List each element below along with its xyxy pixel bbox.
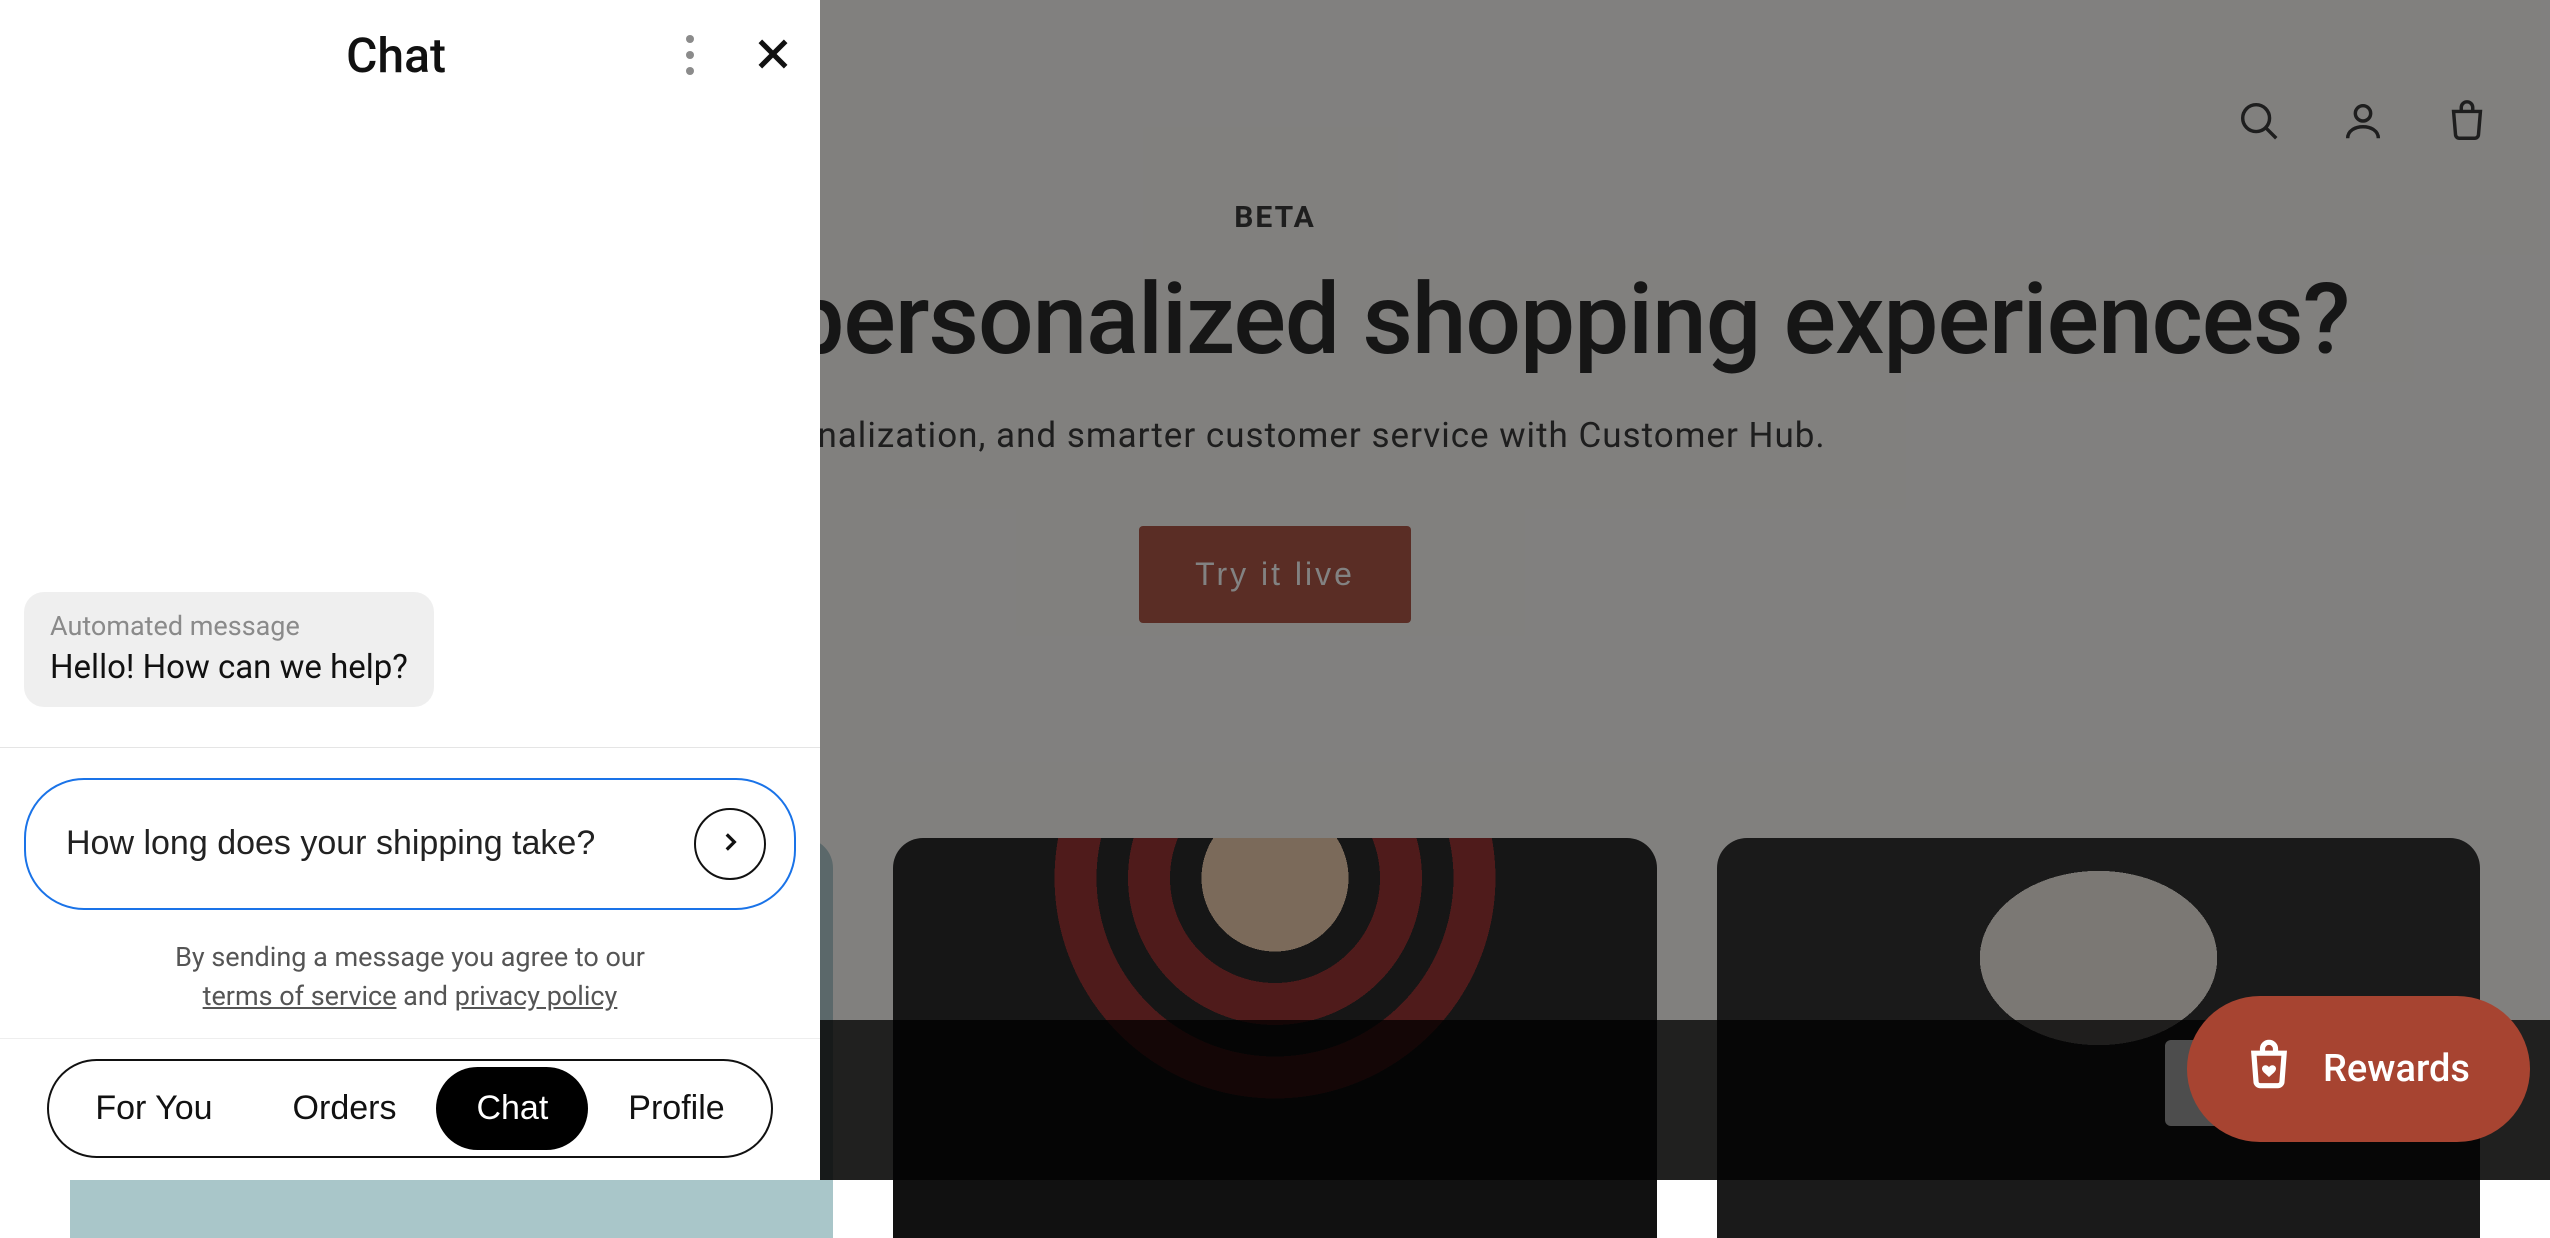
message-input[interactable]: [66, 824, 674, 863]
tab-chat[interactable]: Chat: [436, 1067, 588, 1150]
automated-message-bubble: Automated message Hello! How can we help…: [24, 592, 434, 707]
terms-of-service-link[interactable]: terms of service: [203, 980, 397, 1012]
automated-message-label: Automated message: [50, 610, 408, 642]
shopping-bag-heart-icon: [2243, 1038, 2295, 1100]
rewards-button[interactable]: Rewards: [2187, 996, 2530, 1142]
tab-profile[interactable]: Profile: [588, 1067, 764, 1150]
tab-for-you[interactable]: For You: [55, 1067, 252, 1150]
privacy-policy-link[interactable]: privacy policy: [455, 980, 618, 1012]
tab-pill: For You Orders Chat Profile: [47, 1059, 772, 1158]
close-icon: [754, 61, 792, 76]
legal-and: and: [396, 980, 454, 1012]
automated-message-text: Hello! How can we help?: [50, 648, 408, 687]
send-button[interactable]: [694, 808, 766, 880]
chat-panel: Chat Automated message Hello! How can we…: [0, 0, 820, 1180]
chat-header: Chat: [0, 0, 820, 110]
more-options-button[interactable]: [680, 29, 700, 81]
chat-title: Chat: [112, 27, 680, 84]
chat-tab-bar: For You Orders Chat Profile: [0, 1038, 820, 1180]
close-button[interactable]: [748, 29, 798, 82]
tab-orders[interactable]: Orders: [253, 1067, 437, 1150]
chevron-right-icon: [717, 829, 743, 858]
kebab-icon: [686, 35, 694, 75]
message-input-container: [24, 778, 796, 910]
legal-prefix: By sending a message you agree to our: [175, 941, 645, 973]
divider: [0, 747, 820, 748]
chat-body: Automated message Hello! How can we help…: [0, 110, 820, 1038]
legal-text: By sending a message you agree to our te…: [24, 938, 796, 1016]
rewards-label: Rewards: [2323, 1047, 2470, 1091]
